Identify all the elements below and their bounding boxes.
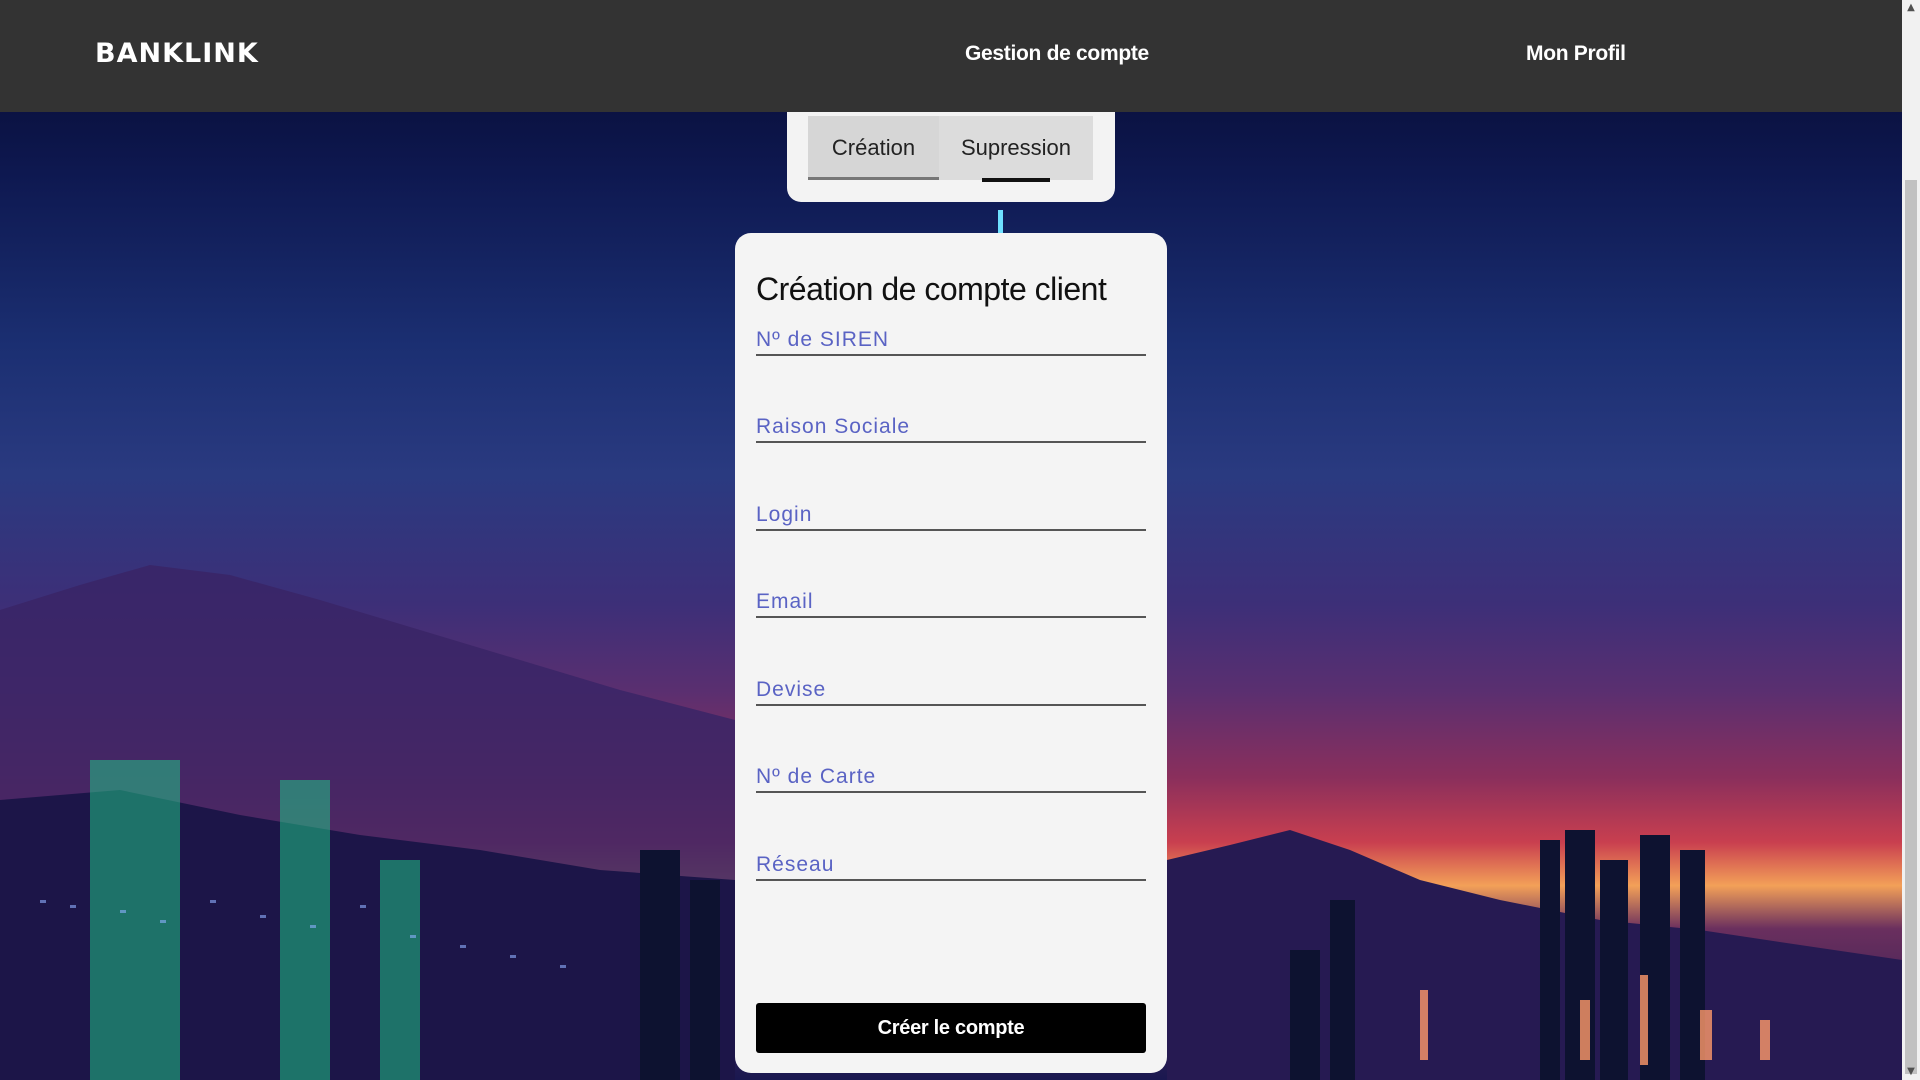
email-placeholder: Email: [756, 590, 814, 613]
scroll-down-arrow-icon[interactable]: ▼: [1902, 1064, 1920, 1080]
card-number-field[interactable]: Nº de Carte: [756, 751, 1146, 793]
currency-field[interactable]: Devise: [756, 664, 1146, 706]
network-placeholder: Réseau: [756, 853, 835, 876]
account-creation-form: Création de compte client Nº de SIREN Ra…: [735, 233, 1167, 1073]
tab-creation[interactable]: Création: [808, 116, 939, 180]
brand-logo[interactable]: BANKLINK: [95, 38, 259, 69]
currency-placeholder: Devise: [756, 678, 827, 701]
top-navbar: BANKLINK Gestion de compte Mon Profil: [0, 0, 1902, 112]
tab-deletion[interactable]: Supression: [939, 116, 1093, 180]
card-number-placeholder: Nº de Carte: [756, 765, 877, 788]
nav-account-management[interactable]: Gestion de compte: [965, 42, 1149, 66]
form-title: Création de compte client: [756, 271, 1107, 307]
login-placeholder: Login: [756, 503, 813, 526]
scroll-up-arrow-icon[interactable]: ▲: [1902, 0, 1920, 16]
email-field[interactable]: Email: [756, 576, 1146, 618]
company-name-field[interactable]: Raison Sociale: [756, 401, 1146, 443]
network-field[interactable]: Réseau: [756, 839, 1146, 881]
scrollbar-thumb[interactable]: [1905, 180, 1917, 1074]
tab-hover-underline: [982, 178, 1050, 182]
vertical-scrollbar[interactable]: ▲ ▼: [1902, 0, 1920, 1080]
login-field[interactable]: Login: [756, 489, 1146, 531]
create-account-button[interactable]: Créer le compte: [756, 1003, 1146, 1053]
siren-field[interactable]: Nº de SIREN: [756, 314, 1146, 356]
siren-placeholder: Nº de SIREN: [756, 328, 890, 351]
nav-my-profile[interactable]: Mon Profil: [1526, 42, 1626, 66]
tab-bar: Création Supression: [787, 104, 1115, 202]
company-name-placeholder: Raison Sociale: [756, 415, 911, 438]
